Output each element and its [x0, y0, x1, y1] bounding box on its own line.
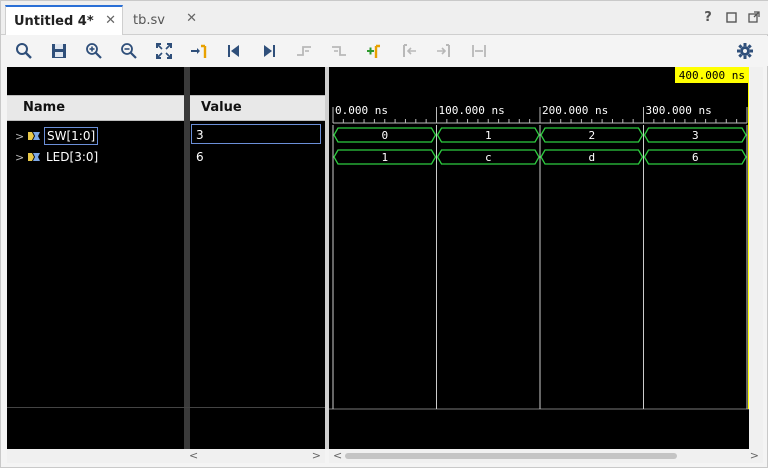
scrollbar-thumb[interactable]	[345, 453, 677, 459]
close-icon[interactable]: ✕	[105, 13, 116, 28]
bus-value-label: d	[588, 151, 595, 164]
bus-value-label: 6	[692, 151, 699, 164]
wave-toolbar	[1, 36, 768, 66]
waveform-window: Untitled 4* ✕ tb.sv ✕ ? Name Value > SW[…	[0, 0, 768, 468]
go-to-end-icon[interactable]	[258, 40, 280, 62]
signal-name: SW[1:0]	[44, 127, 99, 145]
chevron-right-icon[interactable]: >	[15, 130, 27, 143]
vertical-scrollbar[interactable]	[749, 67, 763, 449]
bus-icon	[28, 132, 40, 140]
bus-value-label: 3	[692, 129, 699, 142]
scroll-left-icon[interactable]: <	[189, 449, 198, 462]
signal-row[interactable]: > LED[3:0] 6	[7, 146, 325, 168]
next-marker-icon[interactable]	[433, 40, 455, 62]
bus-value-label: 0	[381, 129, 388, 142]
panel-divider	[7, 407, 325, 408]
zoom-in-icon[interactable]	[83, 40, 105, 62]
help-icon[interactable]: ?	[701, 10, 715, 25]
tab-untitled-4[interactable]: Untitled 4* ✕	[5, 5, 123, 35]
signal-value: 6	[196, 150, 204, 164]
bus-icon	[28, 153, 40, 161]
name-column-header[interactable]: Name	[23, 100, 65, 115]
tab-tb-sv[interactable]: tb.sv ✕	[125, 5, 203, 35]
previous-transition-icon[interactable]	[293, 40, 315, 62]
bus-value-label: c	[485, 151, 492, 164]
search-icon[interactable]	[13, 40, 35, 62]
signal-list-panel: Name Value > SW[1:0] 3 > LED[3:0] 6	[7, 67, 325, 449]
column-header: Name Value	[7, 95, 325, 121]
scroll-right-icon[interactable]: >	[750, 449, 759, 462]
signal-value: 3	[196, 128, 204, 142]
gear-icon[interactable]	[734, 40, 756, 62]
tab-label: Untitled 4*	[14, 13, 94, 29]
signal-row[interactable]: > SW[1:0] 3	[7, 124, 325, 146]
go-to-cursor-icon[interactable]	[188, 40, 210, 62]
value-column-header[interactable]: Value	[201, 100, 242, 115]
chevron-right-icon[interactable]: >	[15, 151, 27, 164]
waveform-scrollbar[interactable]: < >	[329, 449, 763, 463]
bus-value-label: 1	[485, 129, 492, 142]
time-tick-label: 100.000 ns	[439, 104, 505, 117]
time-tick-label: 300.000 ns	[646, 104, 712, 117]
name-scrollbar[interactable]	[7, 449, 185, 463]
bus-value-label: 1	[381, 151, 388, 164]
go-to-start-icon[interactable]	[223, 40, 245, 62]
tab-bar: Untitled 4* ✕ tb.sv ✕ ?	[1, 1, 768, 35]
signal-name: LED[3:0]	[46, 150, 99, 164]
bus-value-label: 2	[588, 129, 595, 142]
swap-cursors-icon[interactable]	[468, 40, 490, 62]
next-transition-icon[interactable]	[328, 40, 350, 62]
tab-label: tb.sv	[133, 12, 165, 28]
value-scrollbar[interactable]: < >	[185, 449, 325, 463]
float-icon[interactable]	[747, 10, 761, 24]
previous-marker-icon[interactable]	[398, 40, 420, 62]
waveform-canvas[interactable]: 0.000 ns 100.000 ns 200.000 ns 300.000 ns 0 1…	[329, 67, 749, 449]
zoom-out-icon[interactable]	[118, 40, 140, 62]
cursor-time-label: 400.000 ns	[679, 69, 745, 82]
waveform-panel[interactable]: 0.000 ns 100.000 ns 200.000 ns 300.000 ns 0 1…	[329, 67, 749, 449]
save-icon[interactable]	[48, 40, 70, 62]
window-controls: ?	[701, 10, 761, 25]
restore-icon[interactable]	[724, 10, 738, 24]
zoom-fit-icon[interactable]	[153, 40, 175, 62]
close-icon[interactable]: ✕	[186, 11, 197, 26]
time-tick-label: 0.000 ns	[335, 104, 388, 117]
scroll-left-icon[interactable]: <	[333, 449, 342, 462]
add-marker-icon[interactable]	[363, 40, 385, 62]
time-tick-label: 200.000 ns	[542, 104, 608, 117]
scroll-right-icon[interactable]: >	[312, 449, 321, 462]
